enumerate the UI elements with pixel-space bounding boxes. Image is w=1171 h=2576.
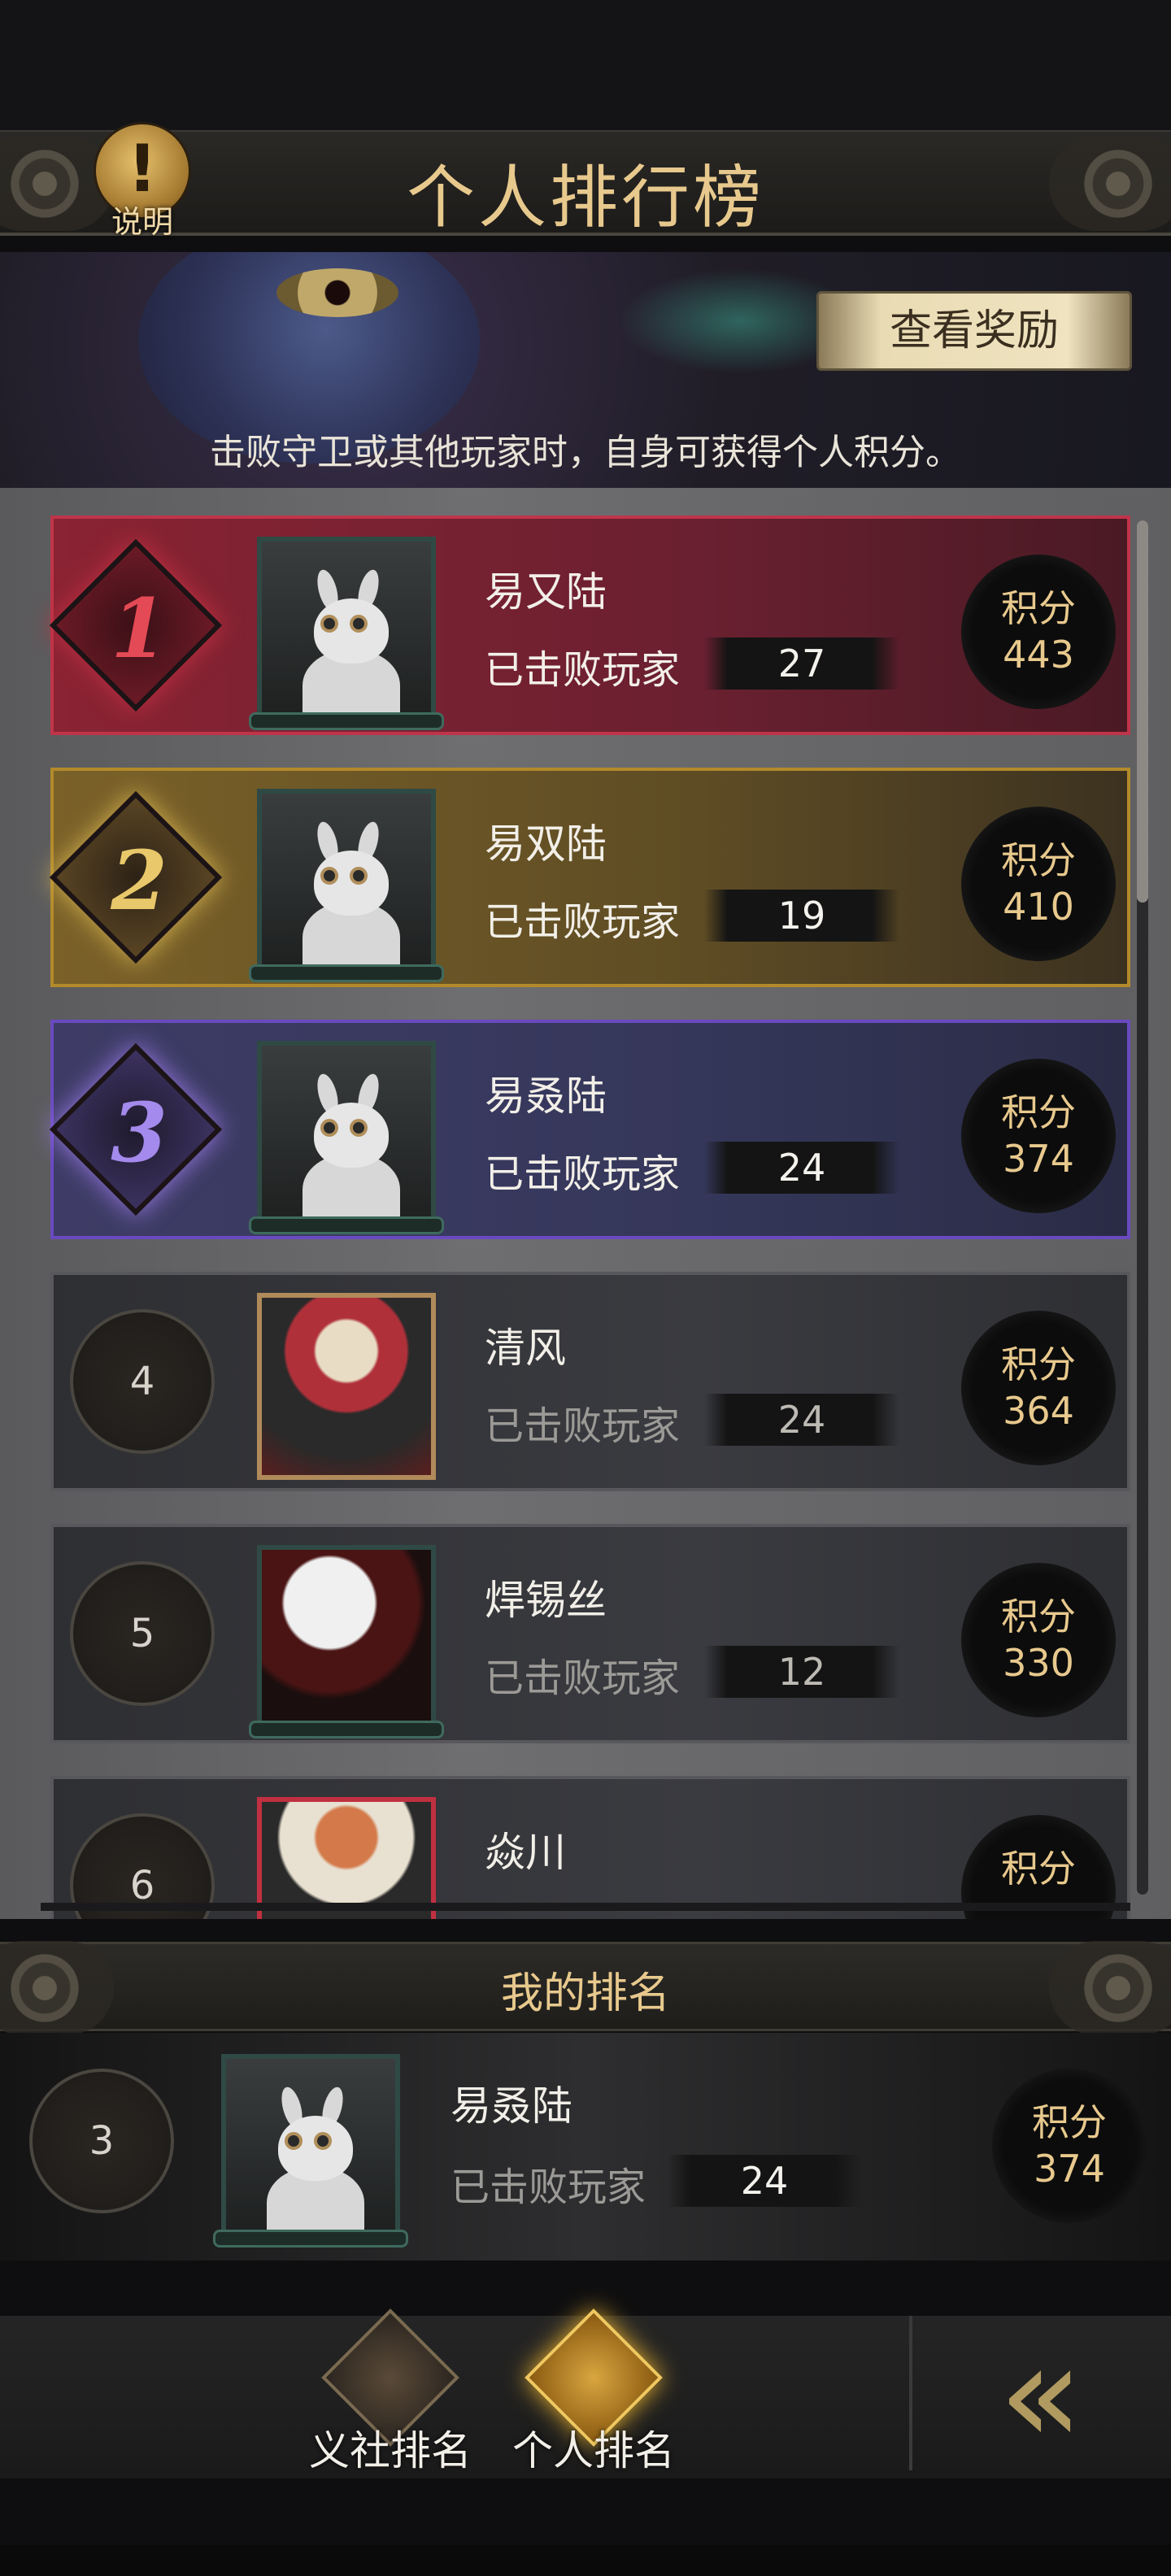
white-hair-warrior-avatar-icon [262,1550,431,1727]
defeated-count: 19 [704,890,899,942]
monster-eye [276,268,398,317]
score-badge: 积分 364 [961,1311,1116,1465]
leaderboard-row[interactable]: 4 清风 已击败玩家 24 积分 364 [50,1272,1130,1491]
my-rank-row: 3 易叒陆 已击败玩家 24 积分 374 [0,2033,1171,2261]
score-badge: 积分 374 [992,2069,1147,2223]
rank-circle: 3 [29,2069,174,2213]
defeated-label: 已击败玩家 [485,899,681,945]
leaderboard-list[interactable]: 1 易又陆 已击败玩家 27 积分 443 2 易双陆 已击败玩家 19 积分 … [0,488,1171,1919]
bottom-edge [0,2545,1171,2576]
leaderboard-row[interactable]: 6 焱川 积分 [50,1776,1130,1919]
defeated-label: 已击败玩家 [485,1151,681,1197]
score-value: 443 [1003,633,1074,677]
list-scrollbar[interactable] [1137,520,1148,1895]
player-avatar[interactable] [249,537,444,730]
lion-dance-avatar-icon [262,1298,431,1475]
player-avatar[interactable] [257,1293,436,1480]
leaderboard-row[interactable]: 2 易双陆 已击败玩家 19 积分 410 [49,768,1130,987]
player-name: 易双陆 [485,820,607,868]
rank-circle: 4 [70,1309,215,1454]
defeated-label: 已击败玩家 [451,2165,646,2210]
score-badge: 积分 374 [961,1059,1116,1213]
score-value: 330 [1003,1641,1074,1685]
scroll-rod [249,712,444,730]
nav-divider [909,2316,912,2470]
score-value: 374 [1034,2147,1105,2191]
cloud-ornament-right [1049,137,1171,231]
player-name: 焊锡丝 [485,1577,607,1624]
my-avatar[interactable] [213,2054,408,2247]
score-badge: 积分 443 [961,555,1116,709]
scroll-rod [249,964,444,982]
double-chevron-left-icon[interactable]: « [927,2326,1155,2464]
rank-number: 2 [111,833,168,929]
scholar-avatar-icon [262,1802,431,1919]
help-label: 说明 [111,204,173,240]
help-button[interactable]: ! 说明 [89,122,195,244]
score-value: 364 [1003,1389,1074,1433]
view-rewards-button[interactable]: 查看奖励 [816,291,1132,371]
bunny-avatar-icon [303,820,400,974]
leaderboard-row[interactable]: 3 易叒陆 已击败玩家 24 积分 374 [49,1020,1130,1239]
tab-personal-ranking[interactable]: 个人排名 [496,2308,691,2483]
bunny-avatar-icon [303,1072,400,1226]
bunny-avatar-icon [303,568,400,722]
player-name: 易又陆 [485,568,607,616]
tab-label: 义社排名 [309,2427,472,2474]
scroll-rod [213,2230,408,2247]
tab-label: 个人排名 [512,2427,675,2474]
top-status-area [0,0,1171,130]
player-avatar[interactable] [249,1545,444,1738]
leaderboard-row[interactable]: 1 易又陆 已击败玩家 27 积分 443 [49,516,1130,735]
scroll-thumb[interactable] [1137,520,1148,903]
score-value: 374 [1003,1137,1074,1181]
player-name: 易叒陆 [485,1073,607,1120]
defeated-count: 24 [704,1394,899,1446]
list-bottom-edge [41,1903,1130,1911]
my-rank-title: 我的排名 [500,1969,670,2018]
banner-note: 击败守卫或其他玩家时，自身可获得个人积分。 [210,432,961,473]
player-name: 清风 [485,1325,566,1372]
defeated-count: 12 [704,1646,899,1698]
defeated-label: 已击败玩家 [485,647,681,693]
score-value: 410 [1003,885,1074,929]
defeated-label: 已击败玩家 [485,1656,681,1701]
score-badge: 积分 330 [961,1563,1116,1717]
cloud-ornament-right [1049,1941,1171,2035]
player-name: 焱川 [485,1829,566,1876]
leaderboard-row[interactable]: 5 焊锡丝 已击败玩家 12 积分 330 [50,1524,1130,1743]
tab-guild-ranking[interactable]: 义社排名 [293,2308,488,2483]
player-avatar[interactable] [249,789,444,982]
my-name: 易叒陆 [451,2082,572,2130]
player-avatar[interactable] [249,1041,444,1234]
score-badge: 积分 410 [961,807,1116,961]
scroll-rod [249,1216,444,1234]
my-rank-header: 我的排名 [0,1941,1171,2035]
defeated-count: 27 [704,637,899,690]
player-avatar[interactable] [257,1797,436,1919]
defeated-label: 已击败玩家 [485,1403,681,1449]
scroll-rod [249,1721,444,1738]
rank-circle: 5 [70,1561,215,1706]
bunny-avatar-icon [267,2085,364,2239]
rank-number: 1 [111,581,168,677]
defeated-count: 24 [667,2155,862,2207]
rank-number: 3 [111,1085,168,1181]
defeated-count: 24 [704,1142,899,1194]
